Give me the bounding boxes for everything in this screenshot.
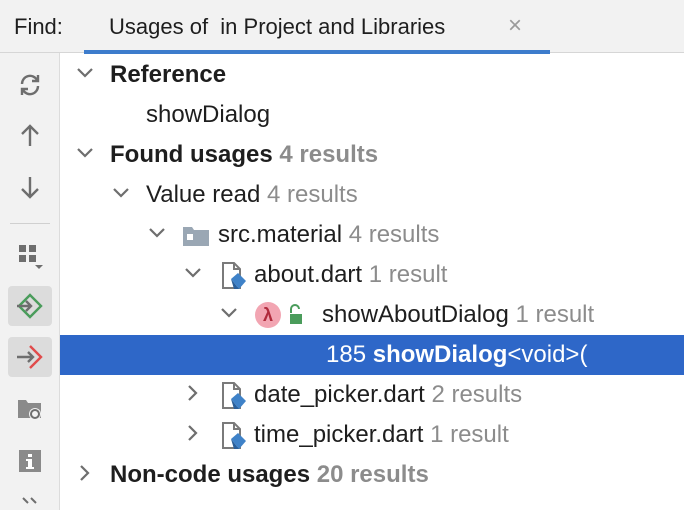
usages-tree: Reference showDialog Found usages 4 resu… — [60, 53, 684, 510]
usage-line-bold: showDialog — [372, 341, 508, 368]
tree-node-package[interactable]: src.material 4 results — [60, 215, 684, 255]
found-usages-text: Found usages 4 results — [110, 142, 378, 168]
tree-node-about-dart[interactable]: about.dart 1 result — [60, 255, 684, 295]
show-about-dialog-count: 1 result — [515, 301, 595, 328]
tree-node-value-read[interactable]: Value read 4 results — [60, 175, 684, 215]
unlock-icon — [290, 304, 302, 324]
about-dart-count: 1 result — [368, 261, 448, 288]
package-text: src.material 4 results — [218, 222, 439, 248]
preview-usages-icon — [17, 293, 43, 319]
tree-node-non-code-usages[interactable]: Non-code usages 20 results — [60, 455, 684, 495]
time-picker-text: time_picker.dart 1 result — [254, 422, 509, 448]
usage-line-row[interactable]: 185 showDialog<void>( — [60, 335, 684, 375]
package-label: src.material — [218, 221, 343, 248]
reference-label: Reference — [110, 61, 227, 88]
info-button[interactable] — [8, 441, 52, 481]
tab-usages[interactable]: Usages of in Project and Libraries × — [84, 0, 550, 54]
module-group-icon — [18, 400, 41, 420]
found-usages-label: Found usages — [110, 141, 273, 168]
show-about-dialog-text: showAboutDialog 1 result — [322, 302, 594, 328]
next-occurrence-button[interactable] — [8, 167, 52, 207]
preview-usages-button[interactable] — [8, 286, 52, 326]
previous-occurrence-button[interactable] — [8, 116, 52, 156]
chevron-right-icon[interactable] — [183, 383, 203, 403]
about-dart-label: about.dart — [254, 261, 363, 288]
tree-node-reference-value[interactable]: showDialog — [60, 95, 684, 135]
refresh-icon — [20, 74, 40, 96]
non-code-count: 20 results — [316, 461, 429, 488]
tree-node-found-usages[interactable]: Found usages 4 results — [60, 135, 684, 175]
value-read-label: Value read — [146, 181, 261, 208]
show-about-dialog-label: showAboutDialog — [322, 301, 509, 328]
found-usages-count: 4 results — [279, 141, 379, 168]
value-read-text: Value read 4 results — [146, 182, 358, 208]
tree-node-date-picker[interactable]: date_picker.dart 2 results — [60, 375, 684, 415]
usage-line-rest: <void>( — [507, 341, 588, 368]
tab-title[interactable]: Usages of in Project and Libraries — [109, 14, 445, 40]
chevron-down-icon[interactable] — [111, 183, 131, 203]
dart-file-icon — [222, 422, 246, 449]
chevron-down-icon[interactable] — [75, 143, 95, 163]
package-count: 4 results — [348, 221, 440, 248]
date-picker-text: date_picker.dart 2 results — [254, 382, 522, 408]
tree-node-reference[interactable]: Reference — [60, 55, 684, 95]
about-dart-text: about.dart 1 result — [254, 262, 447, 288]
chevron-down-icon[interactable] — [219, 303, 239, 323]
chevron-more-icon — [22, 497, 37, 504]
find-label: Find: — [14, 14, 63, 39]
chevron-right-icon[interactable] — [75, 463, 95, 483]
close-icon[interactable]: × — [508, 12, 522, 40]
date-picker-count: 2 results — [431, 381, 523, 408]
module-group-button[interactable] — [8, 389, 52, 429]
chevron-down-icon[interactable] — [183, 263, 203, 283]
reference-value: showDialog — [146, 101, 271, 128]
chevron-right-icon[interactable] — [183, 423, 203, 443]
left-toolbar — [0, 53, 60, 510]
more-tools-button[interactable] — [8, 493, 52, 513]
group-by-icon — [19, 245, 43, 269]
chevron-down-icon[interactable] — [75, 63, 95, 83]
navigate-source-button[interactable] — [8, 337, 52, 377]
tree-node-time-picker[interactable]: time_picker.dart 1 result — [60, 415, 684, 455]
package-folder-icon — [183, 227, 209, 246]
toolbar-separator — [10, 223, 50, 224]
arrow-up-icon — [21, 124, 39, 146]
time-picker-label: time_picker.dart — [254, 421, 424, 448]
non-code-label: Non-code usages — [110, 461, 311, 488]
dart-file-icon — [222, 382, 246, 409]
usage-line-number: 185 — [326, 341, 367, 368]
lambda-icon: λ — [255, 302, 281, 328]
value-read-count: 4 results — [266, 181, 358, 208]
info-icon — [19, 450, 41, 472]
dart-file-icon — [222, 262, 246, 289]
chevron-down-icon[interactable] — [147, 223, 167, 243]
usage-line-text: 185 showDialog<void>( — [326, 342, 587, 368]
date-picker-label: date_picker.dart — [254, 381, 425, 408]
tree-node-show-about-dialog[interactable]: λ showAboutDialog 1 result — [60, 295, 684, 335]
arrow-down-icon — [21, 177, 39, 199]
time-picker-count: 1 result — [430, 421, 509, 448]
refresh-button[interactable] — [8, 65, 52, 105]
navigate-source-icon — [17, 345, 43, 369]
non-code-text: Non-code usages 20 results — [110, 462, 429, 488]
find-toolbar-header: Find: Usages of in Project and Libraries… — [0, 0, 684, 54]
group-by-button[interactable] — [8, 236, 52, 276]
